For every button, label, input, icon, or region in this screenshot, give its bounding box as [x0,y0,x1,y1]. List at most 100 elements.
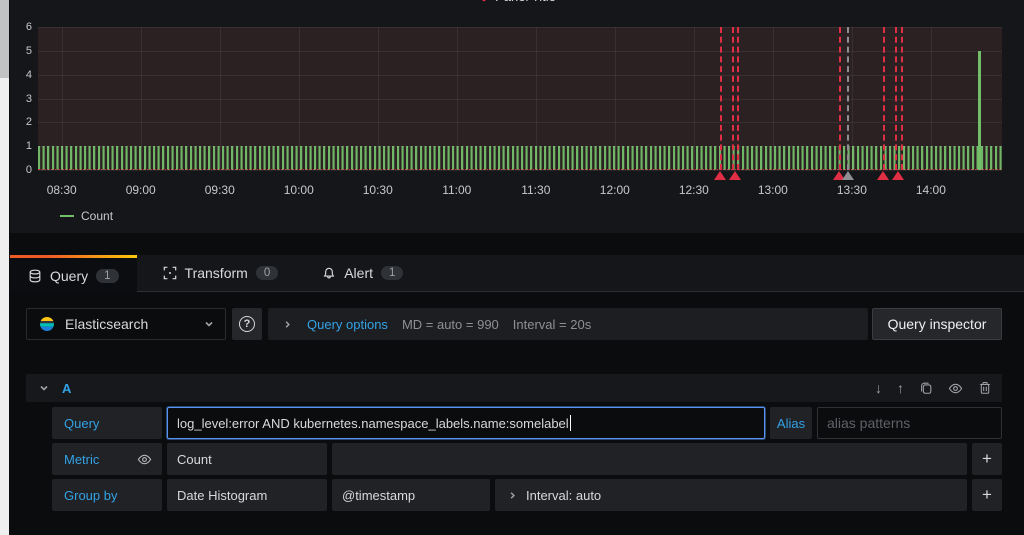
gridline-v [930,27,932,170]
panel-header[interactable]: Panel Title [10,0,1024,5]
annotation-marker[interactable] [891,171,904,180]
query-options-md: MD = auto = 990 [401,316,499,332]
gridline-v [693,27,695,170]
y-axis-tick-label: 5 [25,44,32,57]
annotation-marker[interactable] [841,171,854,180]
add-group-by-button[interactable]: + [972,479,1002,511]
chart-panel: Panel Title 0 1 2 3 4 5 6 08:30 09:00 09:30 10:00… [10,0,1024,233]
tab-alert-label: Alert [344,265,374,281]
gridline-v [535,27,537,170]
annotation-marker[interactable] [728,171,741,180]
bell-icon [322,266,336,280]
x-axis-tick-label: 10:00 [283,183,314,197]
gridline-v [298,27,300,170]
annotation-marker[interactable] [877,171,890,180]
annotation-line [883,27,886,170]
x-axis-tick-label: 12:00 [599,183,630,197]
gridline-h [38,74,1002,76]
x-axis-tick-label: 11:00 [442,183,472,197]
tab-transform-count-badge: 0 [255,266,279,280]
legend-label: Count [81,209,114,223]
outer-scrollbar-track[interactable] [0,0,9,535]
x-axis-tick-label: 14:00 [915,183,946,197]
y-axis-tick-label: 4 [25,68,32,81]
metric-visibility-eye-icon[interactable] [137,452,162,467]
query-input[interactable]: log_level:error AND kubernetes.namespace… [167,407,765,439]
alias-input[interactable]: alias patterns [817,407,1002,439]
annotation-line [900,27,903,170]
x-axis-tick-label: 09:30 [204,183,235,197]
y-axis-tick-label: 1 [25,140,32,153]
move-query-up-button[interactable]: ↑ [897,381,904,395]
chevron-right-icon [507,490,518,501]
annotation-line [846,27,849,170]
x-axis-tick-label: 10:30 [362,183,393,197]
metric-value-select[interactable]: Count [167,443,327,475]
annotation-line [895,27,898,170]
outer-scrollbar-thumb[interactable] [0,0,9,78]
group-by-type-select[interactable]: Date Histogram [167,479,327,511]
gridline-h [38,122,1002,124]
x-axis-tick-label: 08:30 [46,183,77,197]
query-row-header[interactable]: A ↓ ↑ [26,374,1002,402]
elasticsearch-logo-icon [39,316,55,332]
gridline-v [140,27,142,170]
move-query-down-button[interactable]: ↓ [875,381,882,395]
gridline-h [38,170,1002,171]
gridline-v [614,27,616,170]
toggle-query-visibility-button[interactable] [948,381,963,396]
metric-row-filler [332,443,967,475]
x-axis-tick-label: 11:30 [521,183,551,197]
gridline-v [851,27,853,170]
gridline-v [61,27,63,170]
gridline-h [38,27,1002,28]
gridline-v [772,27,774,170]
group-by-field-select[interactable]: @timestamp [332,479,490,511]
add-metric-button[interactable]: + [972,443,1002,475]
gridline-v [456,27,458,170]
tab-transform[interactable]: Transform 0 [145,255,297,291]
panel-title: Panel Title [495,0,556,4]
datasource-name: Elasticsearch [65,316,149,332]
collapse-chevron-icon[interactable] [38,382,50,394]
legend-item-count[interactable]: Count [60,209,113,223]
legend-swatch [60,215,74,217]
datasource-picker[interactable]: Elasticsearch [26,308,226,340]
duplicate-query-button[interactable] [919,381,933,395]
y-axis-tick-label: 6 [25,21,32,33]
help-icon: ? [239,316,255,332]
annotation-line [732,27,735,170]
annotation-line [838,27,841,170]
delete-query-button[interactable] [978,381,992,395]
tab-query[interactable]: Query 1 [10,255,137,293]
chevron-down-icon [203,318,215,330]
plot-area[interactable] [38,27,1002,180]
gridline-h [38,146,1002,148]
query-inspector-button[interactable]: Query inspector [872,308,1002,340]
tab-alert-count-badge: 1 [381,266,404,280]
group-by-field-label: Group by [52,479,162,511]
transform-icon [163,266,177,280]
gridline-v [219,27,221,170]
alias-label: Alias [770,407,812,439]
query-options-link[interactable]: Query options [307,317,388,332]
editor-tabbar: Query 1 Transform 0 Alert 1 [10,255,1024,293]
gridline-h [38,50,1002,52]
text-caret [569,415,572,431]
tab-transform-label: Transform [184,265,248,281]
annotation-line [737,27,740,170]
annotation-marker[interactable] [714,171,727,180]
datasource-help-button[interactable]: ? [232,308,262,340]
tab-alert[interactable]: Alert 1 [304,255,421,291]
database-icon [28,269,42,283]
x-axis-tick-label: 13:00 [757,183,788,197]
query-options-interval: Interval = 20s [512,316,592,332]
group-by-interval-settings[interactable]: Interval: auto [495,479,967,511]
chevron-right-icon [282,319,293,330]
query-options-bar[interactable]: Query options MD = auto = 990 Interval =… [268,308,868,340]
plus-icon: + [982,449,992,468]
query-inspector-label: Query inspector [887,316,987,332]
gridline-h [38,98,1002,100]
count-bars-series [38,146,1002,170]
query-field-label: Query [52,407,162,439]
